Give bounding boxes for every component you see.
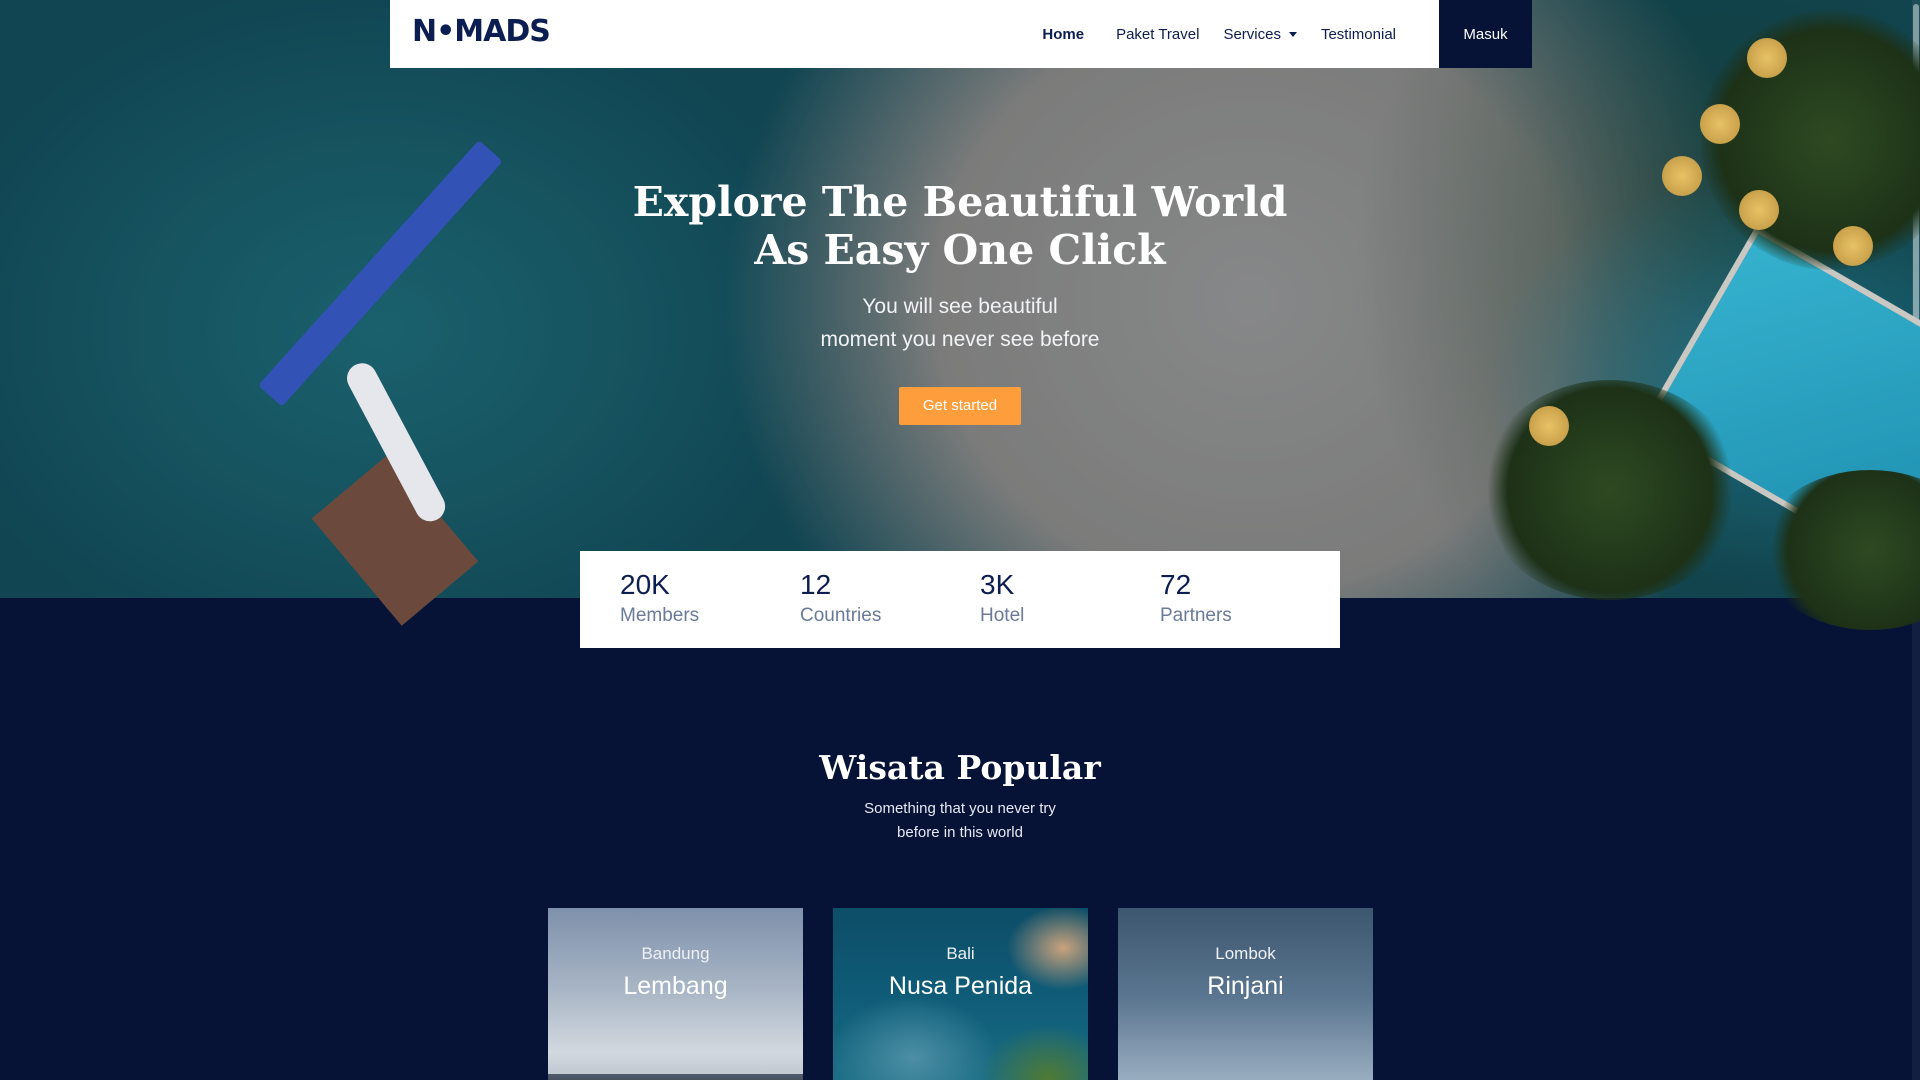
hero-title-line-2: As Easy One Click bbox=[754, 226, 1166, 274]
stat-value: 20K bbox=[620, 569, 670, 600]
hero-title-line-1: Explore The Beautiful World bbox=[632, 178, 1288, 226]
hero-subtitle: You will see beautiful moment you never … bbox=[0, 290, 1920, 356]
stat-members: 20K Members bbox=[620, 551, 800, 648]
page: N•MADS Home Paket Travel Services Testim… bbox=[0, 0, 1920, 1080]
login-button[interactable]: Masuk bbox=[1439, 0, 1532, 68]
card-region: Bandung bbox=[641, 944, 710, 963]
destination-card-nusa-penida[interactable]: Bali Nusa Penida bbox=[833, 908, 1088, 1080]
card-title: Rinjani bbox=[1207, 972, 1284, 1000]
nav-link-testimonial[interactable]: Testimonial bbox=[1309, 26, 1408, 43]
stat-value: 72 bbox=[1160, 569, 1192, 600]
stats-bar: 20K Members 12 Countries 3K Hotel 72 Par… bbox=[580, 551, 1340, 648]
destination-card-rinjani[interactable]: Lombok Rinjani bbox=[1118, 908, 1373, 1080]
navbar: N•MADS Home Paket Travel Services Testim… bbox=[390, 0, 1532, 68]
nav-link-services[interactable]: Services bbox=[1211, 26, 1309, 43]
popular-section-header: Wisata Popular Something that you never … bbox=[0, 748, 1920, 845]
card-title: Nusa Penida bbox=[888, 972, 1033, 1000]
stat-label: Countries bbox=[800, 605, 882, 626]
stat-value: 3K bbox=[980, 569, 1015, 600]
nav-link-services-label: Services bbox=[1223, 25, 1281, 43]
chevron-down-icon bbox=[1288, 31, 1297, 37]
section-subtitle-line-2: before in this world bbox=[897, 824, 1023, 841]
stat-countries: 12 Countries bbox=[800, 551, 980, 648]
stat-hotel: 3K Hotel bbox=[980, 551, 1160, 648]
nav-link-home[interactable]: Home bbox=[1030, 26, 1096, 43]
hero-subtitle-line-1: You will see beautiful bbox=[862, 295, 1058, 318]
card-region: Lombok bbox=[1215, 944, 1276, 963]
hero-subtitle-line-2: moment you never see before bbox=[820, 328, 1100, 351]
card-region: Bali bbox=[946, 944, 975, 963]
section-subtitle-line-1: Something that you never try bbox=[864, 800, 1056, 817]
get-started-button[interactable]: Get started bbox=[899, 387, 1021, 425]
popular-destination-cards: Bandung Lembang Bali Nusa Penida Lombok … bbox=[548, 908, 1373, 1080]
section-title: Wisata Popular bbox=[819, 748, 1101, 787]
stat-partners: 72 Partners bbox=[1160, 551, 1340, 648]
brand-logo[interactable]: N•MADS bbox=[412, 14, 551, 49]
stat-label: Members bbox=[620, 605, 700, 626]
hero-title: Explore The Beautiful World As Easy One … bbox=[0, 178, 1920, 274]
destination-card-lembang[interactable]: Bandung Lembang bbox=[548, 908, 803, 1080]
umbrella-image bbox=[1700, 104, 1740, 144]
stat-value: 12 bbox=[800, 569, 832, 600]
card-title: Lembang bbox=[623, 972, 728, 1000]
hero-section: Explore The Beautiful World As Easy One … bbox=[0, 178, 1920, 425]
umbrella-image bbox=[1747, 38, 1787, 78]
stat-label: Partners bbox=[1160, 605, 1232, 626]
nav-links: Home Paket Travel Services Testimonial bbox=[1030, 0, 1408, 68]
section-subtitle: Something that you never try before in t… bbox=[0, 797, 1920, 845]
stat-label: Hotel bbox=[980, 605, 1025, 626]
nav-link-paket-travel[interactable]: Paket Travel bbox=[1104, 26, 1211, 43]
